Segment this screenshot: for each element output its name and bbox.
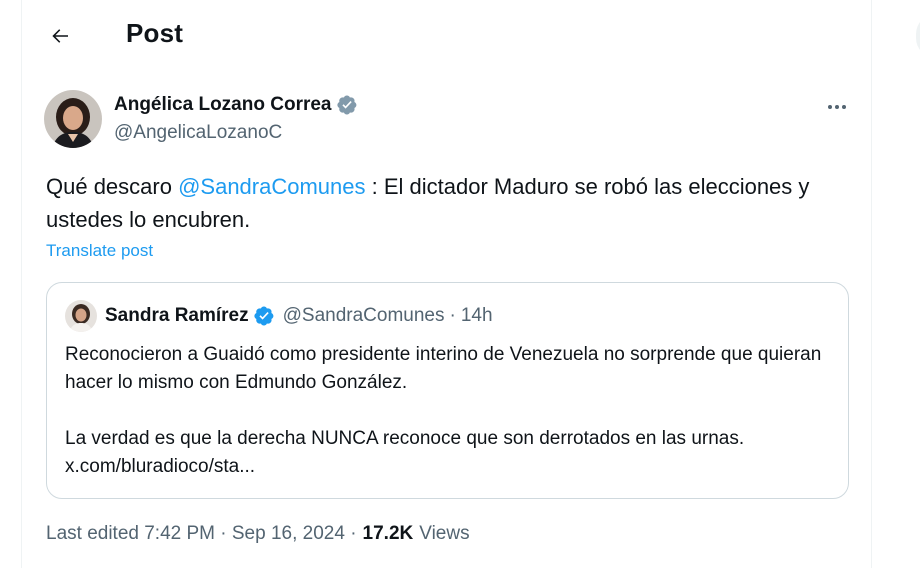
author-handle[interactable]: @AngelicaLozanoC	[114, 122, 282, 144]
search-box-edge[interactable]	[916, 14, 920, 58]
avatar-image	[65, 300, 97, 332]
more-horizontal-icon	[828, 105, 846, 109]
post-text: Qué descaro @SandraComunes : El dictador…	[46, 170, 836, 236]
edited-timestamp[interactable]: Last edited 7:42 PM · Sep 16, 2024 ·	[46, 523, 357, 545]
author-name-text: Angélica Lozano Correa	[114, 94, 332, 115]
post-author: Angélica Lozano Correa @AngelicaLozanoC	[44, 88, 854, 152]
post-column: Post Angélica Lozano Correa @AngelicaLoz…	[22, 0, 872, 568]
author-avatar[interactable]	[44, 90, 102, 148]
quoted-post-text: Reconocieron a Guaidó como presidente in…	[65, 341, 825, 481]
quote-paragraph: Reconocieron a Guaidó como presidente in…	[65, 344, 822, 393]
separator-dot: ·	[449, 305, 456, 326]
page-title: Post	[126, 18, 184, 48]
left-gutter	[0, 0, 22, 568]
more-options-button[interactable]	[820, 92, 854, 122]
post-text-start: Qué descaro	[46, 174, 179, 199]
post-header: Post	[22, 0, 872, 72]
views-label: Views	[419, 523, 470, 544]
translate-post-link[interactable]: Translate post	[46, 241, 153, 261]
avatar-image	[44, 90, 102, 148]
views-count: 17.2K	[362, 523, 414, 544]
quote-author-name[interactable]: Sandra Ramírez	[105, 305, 249, 327]
quoted-post-header: Sandra Ramírez @SandraComunes · 14h	[65, 299, 493, 333]
right-sidebar-edge	[872, 0, 920, 568]
quote-author-handle: @SandraComunes	[282, 305, 445, 326]
mention-link[interactable]: @SandraComunes	[178, 174, 365, 199]
verified-badge-icon[interactable]	[336, 94, 358, 116]
back-button[interactable]	[38, 16, 82, 56]
post-metadata: Last edited 7:42 PM · Sep 16, 2024 · 17.…	[46, 523, 470, 545]
quoted-post-card[interactable]: Sandra Ramírez @SandraComunes · 14h Reco…	[46, 282, 849, 499]
author-name[interactable]: Angélica Lozano Correa	[114, 94, 358, 116]
arrow-left-icon	[52, 29, 68, 43]
verified-badge-icon	[253, 305, 275, 327]
quote-timestamp[interactable]: 14h	[461, 305, 493, 327]
quote-paragraph: La verdad es que la derecha NUNCA recono…	[65, 428, 745, 477]
quote-author-avatar[interactable]	[65, 300, 97, 332]
